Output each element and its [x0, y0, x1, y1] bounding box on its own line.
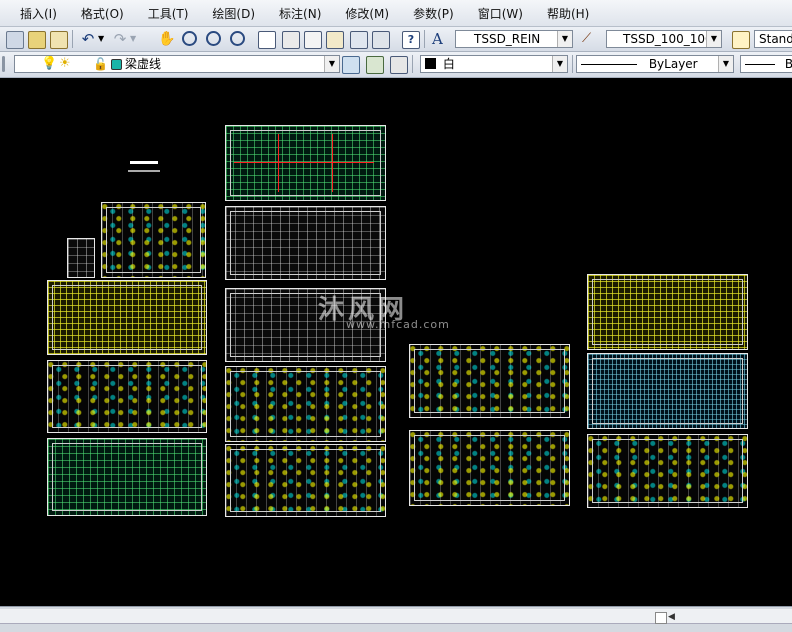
chevron-down-icon[interactable]: ▼: [324, 56, 339, 72]
drawing-sheet-elevation-a[interactable]: [225, 366, 386, 442]
chevron-down-icon[interactable]: ▼: [552, 56, 567, 72]
chevron-down-icon[interactable]: ▼: [718, 56, 733, 72]
cover-subtitle-graphic: [128, 170, 160, 172]
chevron-left-icon[interactable]: ◀: [668, 612, 675, 622]
menu-modify[interactable]: 修改(M): [333, 5, 401, 22]
chevron-down-icon[interactable]: ▼: [557, 31, 572, 47]
dim-style-value: TSSD_100_100: [623, 32, 713, 46]
drawing-sheet-elevation-b[interactable]: [225, 444, 386, 517]
drawing-sheet-gable-frame[interactable]: [587, 434, 748, 508]
red-axis-line: [234, 162, 374, 163]
toolbar-separator: [72, 30, 73, 48]
linetype-value: ByLayer: [648, 57, 698, 71]
menu-dimension[interactable]: 标注(N): [267, 5, 333, 22]
menu-window[interactable]: 窗口(W): [466, 5, 535, 22]
color-select[interactable]: 白 ▼: [420, 55, 568, 73]
toolbar-separator: [412, 55, 413, 73]
zoom-window-icon[interactable]: [206, 31, 221, 46]
toolbar-grip-icon: [2, 56, 5, 72]
drawing-sheet-connection-details[interactable]: [409, 430, 570, 506]
horizontal-scrollbar[interactable]: ◀: [0, 609, 792, 624]
menu-parametric[interactable]: 参数(P): [401, 5, 466, 22]
toolbar-separator: [424, 30, 425, 48]
layers-toolbar: 💡 ☀ 🔓 梁虚线 ▼ 白 ▼ ByLayer ▼ By: [0, 52, 792, 78]
properties-icon[interactable]: [258, 31, 276, 49]
toolbar-separator: [572, 55, 573, 73]
drawing-sheet-column-plan[interactable]: [47, 438, 207, 516]
match-properties-icon[interactable]: [50, 31, 68, 49]
drawing-sheet-portal-frame[interactable]: [409, 344, 570, 418]
drawing-canvas[interactable]: [0, 78, 792, 606]
redo-icon[interactable]: ↷: [112, 31, 128, 47]
lineweight-select[interactable]: By: [740, 55, 792, 73]
copy-icon[interactable]: [6, 31, 24, 49]
tool-palettes-icon[interactable]: [304, 31, 322, 49]
layer-name: 梁虚线: [125, 57, 162, 71]
layer-lock-icon[interactable]: 🔓: [93, 56, 109, 72]
watermark-url: www.mfcad.com: [346, 318, 450, 331]
layer-match-icon[interactable]: [366, 56, 384, 74]
table-style-value: Stand: [759, 32, 792, 46]
scroll-thumb[interactable]: [655, 612, 667, 624]
menu-help[interactable]: 帮助(H): [535, 5, 601, 22]
table-style-select[interactable]: Stand: [754, 30, 792, 48]
markup-icon[interactable]: [350, 31, 368, 49]
calculator-icon[interactable]: [372, 31, 390, 49]
lineweight-sample: [745, 64, 775, 65]
dim-style-select[interactable]: TSSD_100_100 ▼: [606, 30, 722, 48]
menu-insert[interactable]: 插入(I): [0, 5, 69, 22]
sheet-set-icon[interactable]: [326, 31, 344, 49]
drawing-sheet-roof-panel[interactable]: [587, 353, 748, 429]
menu-format[interactable]: 格式(O): [69, 5, 136, 22]
cover-title-graphic: [130, 161, 158, 164]
design-center-icon[interactable]: [282, 31, 300, 49]
pan-icon[interactable]: ✋: [158, 31, 175, 47]
zoom-realtime-icon[interactable]: [182, 31, 197, 46]
layer-on-icon[interactable]: 💡: [41, 56, 57, 72]
linetype-select[interactable]: ByLayer ▼: [576, 55, 734, 73]
dim-style-icon[interactable]: ⟋: [582, 31, 598, 47]
drawing-sheet-roof-plan[interactable]: [225, 125, 386, 201]
drawing-sheet-foundation-plan[interactable]: [47, 280, 207, 355]
table-style-icon[interactable]: [732, 31, 750, 49]
menu-tools[interactable]: 工具(T): [136, 5, 201, 22]
drawing-sheet-foundation-details[interactable]: [47, 360, 207, 433]
status-area: ◀: [0, 606, 792, 632]
lineweight-value: By: [785, 57, 792, 71]
drawing-sheet-wall-purlin[interactable]: [587, 274, 748, 350]
red-axis-line: [278, 134, 279, 192]
text-style-icon[interactable]: A: [432, 31, 448, 47]
layer-thaw-icon[interactable]: ☀: [59, 56, 75, 72]
text-style-value: TSSD_REIN: [474, 32, 541, 46]
drawing-sheet-purlin-plan[interactable]: [225, 206, 386, 280]
chevron-down-icon[interactable]: ▼: [706, 31, 721, 47]
standard-toolbar: ↶ ▼ ↷ ▼ ✋ ? A TSSD_REIN ▼ ⟋ TSSD_100_100…: [0, 27, 792, 52]
menu-bar: 插入(I) 格式(O) 工具(T) 绘图(D) 标注(N) 修改(M) 参数(P…: [0, 0, 792, 27]
undo-icon[interactable]: ↶: [80, 31, 96, 47]
layer-color-swatch: [111, 59, 122, 70]
zoom-previous-icon[interactable]: [230, 31, 245, 46]
menu-draw[interactable]: 绘图(D): [200, 5, 267, 22]
red-axis-line: [332, 134, 333, 192]
linetype-sample: [581, 64, 637, 65]
paste-icon[interactable]: [28, 31, 46, 49]
help-icon[interactable]: ?: [402, 31, 420, 49]
drawing-sheet-notes[interactable]: [101, 202, 206, 278]
layer-previous-icon[interactable]: [342, 56, 360, 74]
layer-properties-icon[interactable]: [390, 56, 408, 74]
drawing-sheet-index[interactable]: [67, 238, 95, 278]
chevron-down-icon[interactable]: ▼: [98, 31, 106, 47]
layer-select[interactable]: 💡 ☀ 🔓 梁虚线 ▼: [14, 55, 340, 73]
color-value: 白: [442, 57, 455, 71]
color-swatch: [425, 58, 436, 69]
chevron-down-icon[interactable]: ▼: [130, 31, 138, 47]
text-style-select[interactable]: TSSD_REIN ▼: [455, 30, 573, 48]
